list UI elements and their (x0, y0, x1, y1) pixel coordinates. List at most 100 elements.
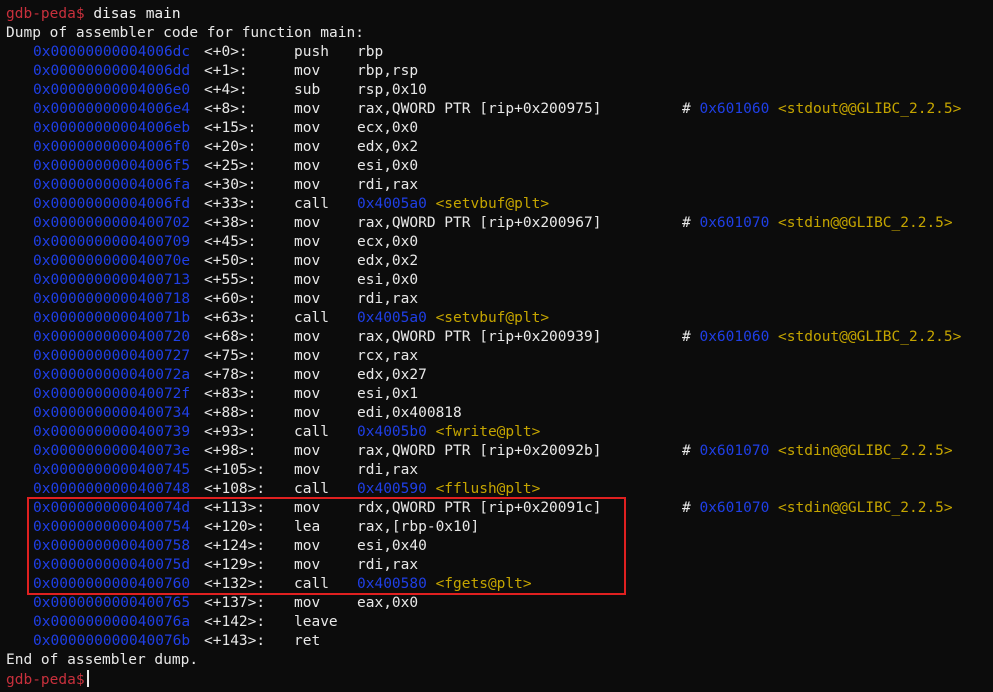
terminal-window[interactable]: gdb-peda$ disas main Dump of assembler c… (0, 0, 993, 692)
instruction-offset: <+55>: (204, 272, 257, 288)
instruction-mnemonic: mov (294, 405, 321, 421)
instruction-mnemonic: mov (294, 595, 321, 611)
instruction-address: 0x00000000004006e0 (33, 82, 191, 98)
target-symbol: <fflush@plt> (435, 481, 541, 497)
instruction-comment: # 0x601060 <stdout@@GLIBC_2.2.5> (682, 328, 961, 347)
instruction-offset: <+142>: (204, 614, 266, 630)
instruction-operands: esi,0x1 (357, 386, 419, 402)
instruction-comment: # 0x601070 <stdin@@GLIBC_2.2.5> (682, 214, 953, 233)
instruction-offset: <+105>: (204, 462, 266, 478)
dump-footer: End of assembler dump. (6, 652, 199, 668)
instruction-mnemonic: mov (294, 101, 321, 117)
instruction-operands: esi,0x0 (357, 158, 419, 174)
instruction-address: 0x0000000000400709 (33, 234, 191, 250)
dump-header: Dump of assembler code for function main… (6, 25, 364, 41)
target-symbol: <setvbuf@plt> (435, 310, 550, 326)
comment-address: 0x601070 (699, 215, 770, 231)
comment-symbol: <stdout@@GLIBC_2.2.5> (778, 329, 962, 345)
instruction-offset: <+0>: (204, 44, 248, 60)
instruction-offset: <+63>: (204, 310, 257, 326)
input-line[interactable]: gdb-peda$ (6, 670, 89, 689)
target-address: 0x4005b0 (357, 424, 427, 440)
instruction-offset: <+25>: (204, 158, 257, 174)
instruction-address: 0x0000000000400734 (33, 405, 191, 421)
target-address: 0x4005a0 (357, 196, 427, 212)
comment-hash: # (682, 500, 691, 516)
instruction-mnemonic: mov (294, 443, 321, 459)
instruction-operands: esi,0x0 (357, 272, 419, 288)
instruction-address: 0x00000000004006dc (33, 44, 191, 60)
comment-address: 0x601070 (699, 500, 770, 516)
instruction-offset: <+93>: (204, 424, 257, 440)
instruction-mnemonic: call (294, 310, 329, 326)
instruction-address: 0x0000000000400713 (33, 272, 191, 288)
highlight-box (27, 497, 626, 595)
comment-symbol: <stdin@@GLIBC_2.2.5> (778, 443, 953, 459)
instruction-address: 0x00000000004006e4 (33, 101, 191, 117)
instruction-offset: <+143>: (204, 633, 266, 649)
command-text: disas main (93, 6, 181, 22)
comment-symbol: <stdin@@GLIBC_2.2.5> (778, 215, 953, 231)
instruction-mnemonic: mov (294, 234, 321, 250)
instruction-offset: <+50>: (204, 253, 257, 269)
instruction-comment: # 0x601070 <stdin@@GLIBC_2.2.5> (682, 499, 953, 518)
prompt-text: gdb-peda$ (6, 6, 85, 22)
instruction-offset: <+30>: (204, 177, 257, 193)
instruction-mnemonic: call (294, 196, 329, 212)
call-target: 0x4005a0 <setvbuf@plt> (357, 195, 549, 214)
instruction-mnemonic: mov (294, 272, 321, 288)
instruction-operands: edi,0x400818 (357, 405, 462, 421)
target-symbol: <fwrite@plt> (435, 424, 541, 440)
instruction-address: 0x0000000000400765 (33, 595, 191, 611)
instruction-offset: <+1>: (204, 63, 248, 79)
instruction-operands: rax,QWORD PTR [rip+0x20092b] (357, 443, 602, 459)
comment-hash: # (682, 443, 691, 459)
instruction-address: 0x0000000000400739 (33, 424, 191, 440)
comment-address: 0x601060 (699, 329, 770, 345)
instruction-mnemonic: mov (294, 329, 321, 345)
instruction-address: 0x00000000004006dd (33, 63, 191, 79)
instruction-offset: <+83>: (204, 386, 257, 402)
instruction-address: 0x0000000000400745 (33, 462, 191, 478)
instruction-mnemonic: mov (294, 158, 321, 174)
instruction-mnemonic: mov (294, 177, 321, 193)
instruction-address: 0x0000000000400727 (33, 348, 191, 364)
instruction-operands: edx,0x2 (357, 253, 419, 269)
instruction-operands: rbp (357, 44, 384, 60)
instruction-offset: <+38>: (204, 215, 257, 231)
instruction-offset: <+78>: (204, 367, 257, 383)
instruction-operands: rdi,rax (357, 462, 419, 478)
instruction-address: 0x00000000004006f5 (33, 158, 191, 174)
comment-hash: # (682, 329, 691, 345)
instruction-operands: rax,QWORD PTR [rip+0x200939] (357, 329, 602, 345)
instruction-mnemonic: mov (294, 120, 321, 136)
comment-symbol: <stdin@@GLIBC_2.2.5> (778, 500, 953, 516)
comment-address: 0x601070 (699, 443, 770, 459)
instruction-address: 0x00000000004006fa (33, 177, 191, 193)
instruction-offset: <+8>: (204, 101, 248, 117)
instruction-address: 0x0000000000400718 (33, 291, 191, 307)
instruction-operands: ecx,0x0 (357, 234, 419, 250)
instruction-mnemonic: call (294, 424, 329, 440)
instruction-address: 0x00000000004006fd (33, 196, 191, 212)
instruction-address: 0x000000000040071b (33, 310, 191, 326)
instruction-operands: eax,0x0 (357, 595, 419, 611)
instruction-mnemonic: mov (294, 348, 321, 364)
instruction-address: 0x000000000040073e (33, 443, 191, 459)
instruction-mnemonic: mov (294, 253, 321, 269)
instruction-operands: rdi,rax (357, 177, 419, 193)
instruction-offset: <+60>: (204, 291, 257, 307)
instruction-mnemonic: push (294, 44, 329, 60)
instruction-address: 0x000000000040072f (33, 386, 191, 402)
instruction-operands: rcx,rax (357, 348, 419, 364)
instruction-mnemonic: mov (294, 367, 321, 383)
instruction-mnemonic: ret (294, 633, 321, 649)
instruction-mnemonic: mov (294, 215, 321, 231)
instruction-offset: <+75>: (204, 348, 257, 364)
instruction-address: 0x00000000004006f0 (33, 139, 191, 155)
instruction-address: 0x00000000004006eb (33, 120, 191, 136)
instruction-operands: rax,QWORD PTR [rip+0x200967] (357, 215, 602, 231)
instruction-address: 0x0000000000400702 (33, 215, 191, 231)
target-symbol: <setvbuf@plt> (435, 196, 550, 212)
instruction-operands: rdi,rax (357, 291, 419, 307)
